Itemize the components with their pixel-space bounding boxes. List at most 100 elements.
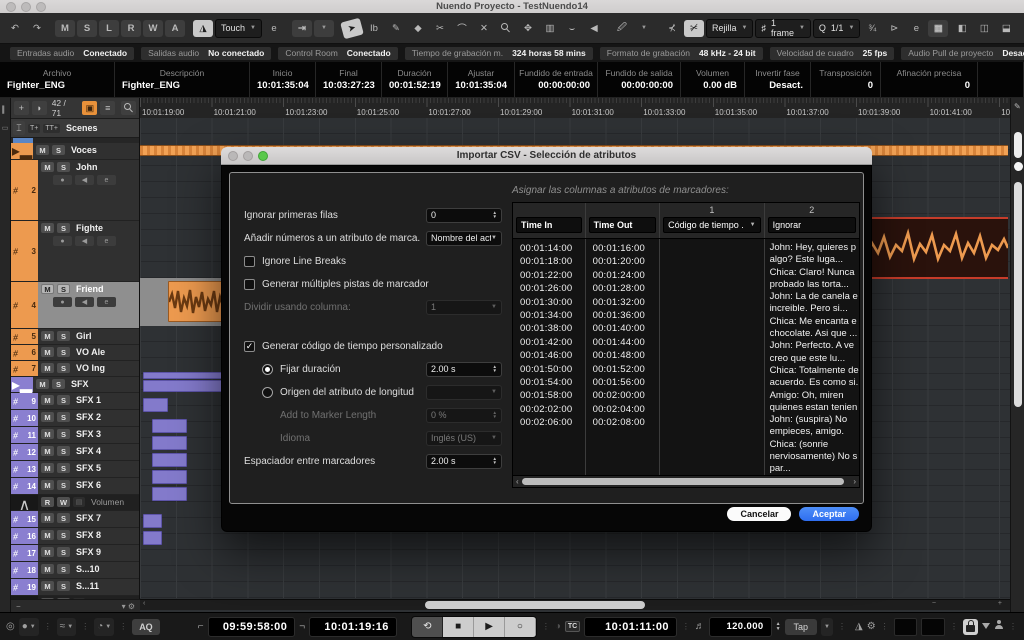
length-attr-radio[interactable] (262, 387, 273, 398)
track-list-options-icon[interactable]: ≡ (100, 101, 115, 115)
audio-track-SFX 6[interactable]: ⧣ 14 M SSFX 6 (11, 478, 139, 495)
audio-track-Friend[interactable]: ⧣ 4 M SFriend ● ◀ e (11, 282, 139, 329)
fix-duration-stepper[interactable]: 2.00 s ▲▼ (426, 362, 502, 377)
iterative-quantize-icon[interactable]: ¾ (862, 20, 882, 37)
solo-button[interactable]: S (57, 284, 70, 294)
mute-button[interactable]: M (36, 145, 49, 155)
accept-button[interactable]: Aceptar (799, 507, 859, 521)
status-item[interactable]: Salidas audio No conectado (141, 47, 271, 60)
folder-track-Voces[interactable]: ▸▂ M SVoces (11, 143, 139, 160)
multi-tracks-checkbox[interactable] (244, 279, 255, 290)
mute-button[interactable]: M (41, 446, 54, 456)
col1-attribute-dropdown[interactable]: Código de tiempo . ▼ (663, 217, 760, 233)
sfx-clip[interactable] (152, 487, 187, 501)
scenes-track-row[interactable]: ⌶ T+ TT+ Scenes (11, 119, 139, 138)
tempo-stepper[interactable]: ▲▼ (776, 622, 781, 631)
folder-icon[interactable]: ▸▂ (11, 377, 33, 392)
color-tool-icon[interactable]: 🖉 (612, 20, 632, 37)
solo-button[interactable]: S (57, 530, 70, 540)
timeout-header-field[interactable]: Time Out (589, 217, 657, 233)
text-cell-line[interactable]: par... (770, 463, 859, 475)
audio-track-SFX 4[interactable]: ⧣ 12 M SSFX 4 (11, 444, 139, 461)
redo-icon[interactable]: ↷ (27, 20, 47, 37)
timein-header-field[interactable]: Time In (516, 217, 582, 233)
monitor-button[interactable]: ◀ (75, 175, 94, 185)
grid-type-dropdown[interactable]: ♯ 1 frame ▼ (755, 19, 810, 38)
timein-cell[interactable]: 00:01:54:00 (520, 376, 585, 389)
mute-button[interactable]: M (41, 547, 54, 557)
autoscroll-icon[interactable]: ⇥ (292, 20, 312, 37)
timeout-cell[interactable]: 00:01:36:00 (593, 309, 660, 322)
solo-button[interactable]: S (57, 480, 70, 490)
zone-lower-icon[interactable]: ⬓ (996, 20, 1016, 37)
glue-tool-icon[interactable]: ⌒ (452, 20, 472, 37)
sfx-clip[interactable] (143, 398, 168, 412)
gen-timecode-row[interactable]: ✓ Generar código de tiempo personalizado (244, 336, 502, 356)
audition-tool-icon[interactable]: ◀ (584, 20, 604, 37)
stop-button[interactable]: ■ (443, 617, 474, 637)
add-numbers-dropdown[interactable]: Nombre del act. ▼ (426, 231, 502, 246)
text-cell-line[interactable]: Amigo: Oh, miren (770, 390, 859, 402)
stepper-arrows-icon[interactable]: ▲▼ (493, 365, 497, 373)
solo-button[interactable]: S (57, 223, 70, 233)
timeout-cell[interactable]: 00:02:00:00 (593, 389, 660, 402)
timeout-cell[interactable]: 00:01:40:00 (593, 322, 660, 335)
track-presets-icon[interactable]: ◗ (32, 101, 47, 115)
mute-button[interactable]: M (41, 463, 54, 473)
lock-button[interactable] (963, 619, 978, 635)
right-locator-icon[interactable]: ¬ (299, 621, 305, 632)
vertical-scroll-thumb[interactable] (1014, 182, 1022, 407)
add-marker-button[interactable]: T+ (28, 124, 40, 133)
timeline-ruler[interactable]: 10:01:19:0010:01:21:0010:01:23:0010:01:2… (140, 98, 1010, 119)
preroll-icon[interactable]: ◑ (555, 621, 561, 632)
record-enable-button[interactable]: ● (53, 175, 72, 185)
status-item[interactable]: Formato de grabación 48 kHz - 24 bit (600, 47, 763, 60)
info-field[interactable]: Ajustar 10:01:35:04 (448, 62, 515, 97)
text-cell-line[interactable]: quienes estan tenien (770, 402, 859, 414)
text-cell-line[interactable]: probado las torta... (770, 279, 859, 291)
snap-icon[interactable]: ✂̸ (684, 20, 704, 37)
mute-button[interactable]: M (41, 429, 54, 439)
vertical-scrollbar[interactable]: ✎ (1010, 98, 1024, 612)
track-scale-options-icon[interactable]: ▾ ⚙ (122, 602, 135, 611)
sfx-clip[interactable] (152, 453, 187, 467)
timein-cell[interactable]: 00:01:50:00 (520, 363, 585, 376)
col2-attribute-dropdown[interactable]: Ignorar (768, 217, 856, 233)
text-cell-line[interactable]: John: La de canela e (770, 291, 859, 303)
text-cell-line[interactable]: empieces, amigo. (770, 426, 859, 438)
mute-button[interactable]: M (41, 363, 54, 373)
timein-cell[interactable]: 00:02:06:00 (520, 416, 585, 429)
status-item[interactable]: Velocidad de cuadro 25 fps (770, 47, 895, 60)
monitor-button[interactable]: ◀ (75, 236, 94, 246)
timein-cell[interactable]: 00:01:18:00 (520, 255, 585, 268)
tempo-options-group[interactable]: ▼ (821, 618, 833, 636)
timeout-column[interactable]: 00:01:16:0000:01:20:0000:01:24:0000:01:2… (586, 239, 661, 475)
transport-target-icon[interactable]: ◎ (6, 621, 15, 632)
solo-button[interactable]: S (57, 331, 70, 341)
global-state-M-button[interactable]: M (55, 20, 75, 37)
audio-track-S...10[interactable]: ⧣ 18 M SS...10 (11, 562, 139, 579)
zone-inspector-icon[interactable]: ◫ (974, 20, 994, 37)
audio-track-Fighte[interactable]: ⧣ 3 M SFighte ● ◀ e (11, 221, 139, 282)
dialog-close-icon[interactable] (228, 151, 238, 161)
sfx-folder-clip[interactable] (143, 372, 222, 379)
sfx-clip[interactable] (152, 470, 187, 484)
timein-cell[interactable]: 00:01:58:00 (520, 389, 585, 402)
stepper-arrows-icon[interactable]: ▲▼ (493, 457, 497, 465)
zone-left-icon[interactable]: ◧ (952, 20, 972, 37)
zoom-preset-icon[interactable]: ✎ (1014, 102, 1021, 111)
flag-icon[interactable]: ⊳ (884, 20, 904, 37)
status-item[interactable]: Control Room Conectado (278, 47, 397, 60)
quantize-panel-icon[interactable]: e (906, 20, 926, 37)
text-cell-line[interactable]: Chica: (sonrie (770, 439, 859, 451)
timein-cell[interactable]: 00:01:14:00 (520, 242, 585, 255)
param-badge[interactable]: ▤ (73, 497, 85, 507)
fix-duration-radio[interactable] (262, 364, 273, 375)
mute-button[interactable]: M (41, 530, 54, 540)
dialog-minimize-icon[interactable] (243, 151, 253, 161)
text-cell-line[interactable]: Chica: Claro! Nunca (770, 267, 859, 279)
text-cell-line[interactable]: increible. Pero si... (770, 303, 859, 315)
mute-button[interactable]: M (41, 412, 54, 422)
info-field[interactable]: Invertir fase Desact. (745, 62, 811, 97)
object-selection-tool-icon[interactable]: ➤ (340, 17, 364, 39)
